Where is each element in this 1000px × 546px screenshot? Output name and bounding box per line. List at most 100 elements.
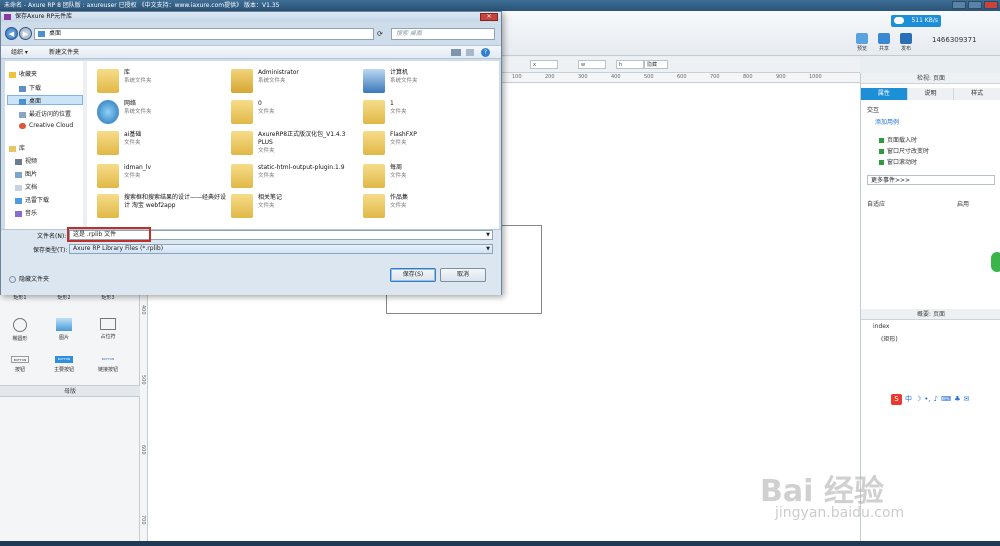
file-item[interactable]: FlashFXP 文件夹 [363,129,493,159]
maximize-button[interactable] [968,1,982,9]
preview-button[interactable]: 预览 [852,33,872,52]
nav-creative-cloud[interactable]: Creative Cloud [19,122,73,129]
preview-pane-icon[interactable] [466,49,474,56]
enable-checkbox[interactable]: 启用 [957,199,969,208]
more-events-select[interactable]: 更多事件>>> [867,175,995,185]
address-row: ◀ ▶ 桌面 ⟳ 搜索 桌面 [1,24,501,44]
widget-rect1[interactable]: 矩形1 [2,294,38,301]
widget-ellipse[interactable]: 椭圆形 [2,318,38,342]
widget-rect3[interactable]: 矩形3 [90,294,126,301]
user-account[interactable]: 1466309371 [932,36,977,44]
close-window-button[interactable] [984,1,998,9]
pictures-icon [15,171,22,178]
file-item[interactable]: 库系统文件夹 [97,67,227,97]
file-item[interactable]: Administrator 系统文件夹 [231,67,361,97]
outline-rectangle[interactable]: (矩形) [881,334,898,343]
w-field[interactable]: w [578,60,606,69]
chevron-down-icon[interactable]: ▼ [486,245,490,253]
nav-music[interactable]: 音乐 [15,208,37,217]
share-button[interactable]: 共享 [874,33,894,52]
file-item[interactable]: AxureRP8正式版汉化包_V1.4.3 PLUS 文件夹 [231,129,361,159]
view-options-icon[interactable] [451,49,461,56]
keyboard-icon[interactable]: ⌨ [941,395,951,403]
file-item[interactable]: 网络 系统文件夹 [97,98,227,128]
hide-folders-label: 隐藏文件夹 [19,276,50,283]
add-case-link[interactable]: 添加用例 [875,117,899,126]
event-window-resize[interactable]: 窗口尺寸改变时 [879,146,929,155]
nav-documents[interactable]: 文档 [15,182,37,191]
hidden-toggle[interactable]: 隐藏 [644,60,668,69]
file-item[interactable]: 搜索框和搜索结果的设计——经典好设计 淘宝 webf2app [97,192,227,222]
widget-primary-button[interactable]: BUTTON 主要按钮 [46,356,82,373]
nav-label: 图片 [25,171,38,178]
file-item[interactable]: 作品集 文件夹 [363,192,493,222]
file-type: 文件夹 [390,203,407,209]
network-icon [97,100,119,124]
ruler-tick: 500 [140,375,146,385]
filetype-select[interactable]: Axure RP Library Files (*.rplib) ▼ [69,244,493,254]
widget-link-button[interactable]: BUTTON 链接按钮 [90,356,126,373]
tab-notes[interactable]: 说明 [907,88,955,100]
address-bar[interactable]: 桌面 [34,28,374,40]
widget-rect2[interactable]: 矩形2 [46,294,82,301]
nav-desktop[interactable]: 桌面 [19,96,41,105]
file-item[interactable]: 每周 文件夹 [363,162,493,192]
tab-style[interactable]: 样式 [954,88,1000,100]
refresh-icon[interactable]: ⟳ [377,30,383,38]
widget-label: 矩形1 [13,295,27,301]
back-icon[interactable]: ◀ [5,27,18,40]
folder-icon [363,194,385,218]
organize-button[interactable]: 组织 ▾ [11,46,28,59]
nav-videos[interactable]: 视频 [15,156,37,165]
file-item[interactable]: 相关笔记 文件夹 [231,192,361,222]
chevron-down-icon[interactable]: ▼ [486,231,490,239]
ruler-tick: 800 [743,74,753,80]
hide-folders-toggle[interactable]: 隐藏文件夹 [9,274,49,283]
h-field[interactable]: h [616,60,644,69]
ruler-tick: 200 [545,74,555,80]
enable-label: 启用 [957,201,970,208]
cancel-button[interactable]: 取消 [440,268,486,282]
help-icon[interactable]: ? [481,48,490,57]
nav-favorites[interactable]: 收藏夹 [9,69,37,78]
dialog-close-button[interactable]: ✕ [480,13,498,21]
forward-icon[interactable]: ▶ [19,27,32,40]
widget-placeholder[interactable]: 占位符 [90,318,126,340]
ruler-tick: 300 [578,74,588,80]
event-page-load[interactable]: 页面载入时 [879,135,917,144]
widget-button[interactable]: BUTTON 按钮 [2,356,38,373]
skin-icon[interactable]: ♣ [954,395,960,403]
ruler-tick: 700 [710,74,720,80]
computer-icon [363,69,385,93]
nav-xunlei[interactable]: 迅雷下载 [15,195,49,204]
search-input[interactable]: 搜索 桌面 [391,28,495,40]
event-window-scroll[interactable]: 窗口滚动时 [879,157,917,166]
minimize-button[interactable] [952,1,966,9]
inspector-header: 检视: 页面 [861,73,1000,84]
file-item[interactable]: idman_lv 文件夹 [97,162,227,192]
new-folder-button[interactable]: 新建文件夹 [49,46,79,59]
nav-recent[interactable]: 最近访问的位置 [19,109,71,118]
moon-icon[interactable]: ☽ [915,395,921,403]
file-item[interactable]: static-html-output-plugin.1.9 文件夹 [231,162,361,192]
file-item[interactable]: ai基础 文件夹 [97,129,227,159]
publish-button[interactable]: 发布 [896,33,916,52]
file-item[interactable]: 计算机 系统文件夹 [363,67,493,97]
save-button[interactable]: 保存(S) [390,268,436,282]
preview-icon [856,33,868,44]
mic-icon[interactable]: ♪ [934,395,938,403]
widget-image[interactable]: 图片 [46,318,82,341]
outline-root[interactable]: index [873,323,889,330]
nav-pictures[interactable]: 图片 [15,169,37,178]
file-list: 库系统文件夹 Administrator 系统文件夹 计算机 系统文件夹 网络 系统文… [87,61,499,229]
floating-helper-icon[interactable] [991,252,1000,272]
tab-properties[interactable]: 属性 [861,88,908,100]
ime-language[interactable]: 中 [905,394,912,404]
tools-icon[interactable]: ✉ [964,395,970,403]
x-field[interactable]: x [530,60,558,69]
nav-downloads[interactable]: 下载 [19,83,41,92]
punctuation-icon[interactable]: •, [924,395,930,403]
file-item[interactable]: 0 文件夹 [231,98,361,128]
nav-libraries[interactable]: 库 [9,143,25,152]
file-item[interactable]: 1 文件夹 [363,98,493,128]
